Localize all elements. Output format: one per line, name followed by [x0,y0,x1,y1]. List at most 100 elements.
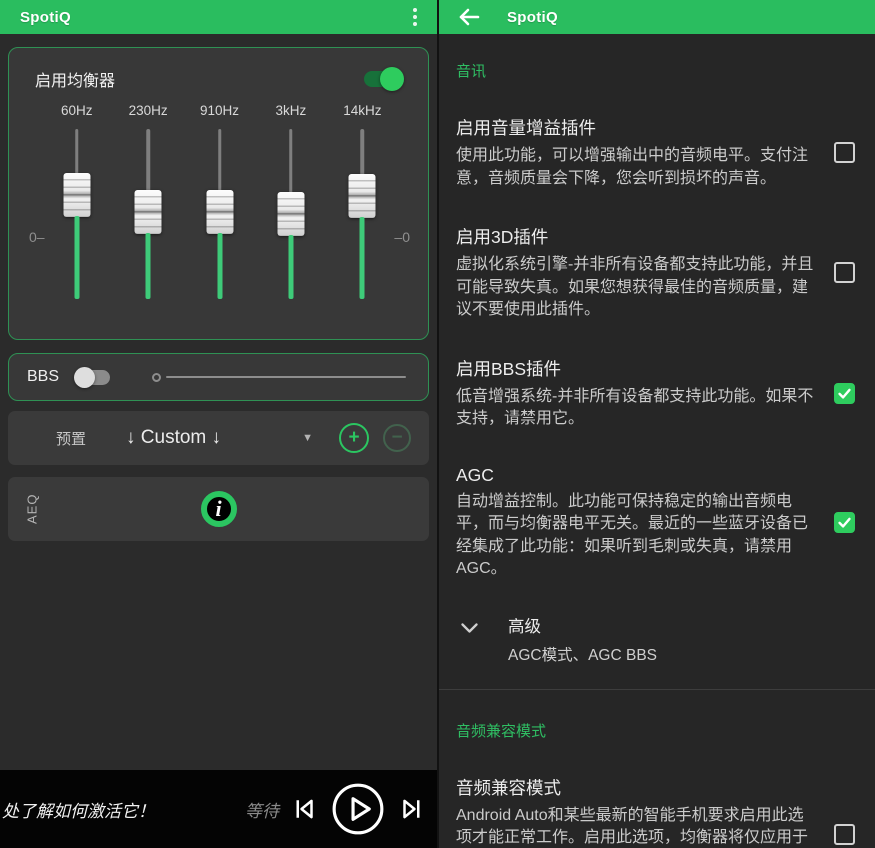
slider-knob[interactable] [349,174,376,218]
slider-track [166,376,406,378]
eq-bands: 60Hz 230Hz 910Hz 3kHz 14kHz [9,91,428,299]
enable-equalizer-toggle[interactable] [364,71,402,87]
slider-track-lower [360,217,365,299]
settings-screen: SpotiQ 音讯 启用音量增益插件 使用此功能，可以增强输出中的音频电平。支付… [437,0,875,848]
screenshot-root: SpotiQ 启用均衡器 60Hz 230Hz 910Hz [0,0,875,848]
aeq-info-button[interactable]: i [201,491,237,527]
settings-item[interactable]: 启用BBS插件 低音增强系统-并非所有设备都支持此功能。如果不支持，请禁用它。 [456,356,855,431]
preset-label: 预置 [56,428,86,449]
info-icon: i [215,498,221,520]
slider-track-upper [218,129,222,194]
slider-thumb[interactable] [152,373,161,382]
settings-item-text: 启用音量增益插件 使用此功能，可以增强输出中的音频电平。支付注意，音频质量会下降… [456,115,834,190]
toggle-knob [74,367,95,388]
slider-track-lower [288,235,293,299]
settings-item-text: 启用3D插件 虚拟化系统引擎-并非所有设备都支持此功能，并且可能导致失真。如果您… [456,224,834,322]
bbs-card: BBS [8,353,429,401]
settings-item-title: AGC [456,465,818,486]
settings-checkbox[interactable] [834,824,855,845]
section-divider [439,689,875,690]
settings-checkbox[interactable] [834,383,855,404]
eq-band-slider[interactable] [133,127,163,299]
eq-band-slider[interactable] [276,127,306,299]
app-title: SpotiQ [20,9,71,26]
slider-track-lower [74,216,79,299]
advanced-subtitle: AGC模式、AGC BBS [508,643,657,665]
zero-mark-right: –0 [394,229,410,245]
eq-band-slider[interactable] [62,127,92,299]
aeq-label: AEQ [8,477,56,541]
bbs-strength-slider[interactable] [152,373,406,382]
settings-content: 音讯 启用音量增益插件 使用此功能，可以增强输出中的音频电平。支付注意，音频质量… [439,34,875,848]
skip-next-icon[interactable] [397,794,427,824]
check-icon [836,385,853,402]
section-header-compat: 音频兼容模式 [456,720,855,741]
settings-checkbox[interactable] [834,142,855,163]
play-button-icon[interactable] [331,782,385,836]
eq-band: 14kHz [327,103,398,299]
delete-preset-button[interactable]: − [383,424,411,452]
player-bar: 处了解如何激活它！ 等待 [0,770,437,848]
slider-track-upper [289,129,293,196]
slider-knob[interactable] [63,173,90,217]
compat-settings-list: 音频兼容模式 Android Auto和某些最新的智能手机要求启用此选项才能正常… [456,775,855,848]
slider-knob[interactable] [277,192,304,236]
slider-track-lower [146,233,151,299]
slider-track-upper [75,129,79,177]
eq-band: 60Hz [41,103,112,299]
settings-item-description: 使用此功能，可以增强输出中的音频电平。支付注意，音频质量会下降，您会听到损坏的声… [456,145,818,190]
enable-equalizer-label: 启用均衡器 [35,67,115,91]
settings-item-description: 虚拟化系统引擎-并非所有设备都支持此功能，并且可能导致失真。如果您想获得最佳的音… [456,254,818,322]
preset-dropdown-icon[interactable]: ▼ [302,432,313,444]
marquee-text-waiting: 等待 [245,797,279,822]
settings-checkbox[interactable] [834,512,855,533]
eq-band-slider[interactable] [347,127,377,299]
toggle-knob [380,67,404,91]
settings-title: SpotiQ [507,9,558,26]
band-frequency-label: 14kHz [327,103,398,118]
settings-item-text: 音频兼容模式 Android Auto和某些最新的智能手机要求启用此选项才能正常… [456,775,834,848]
equalizer-screen: SpotiQ 启用均衡器 60Hz 230Hz 910Hz [0,0,437,848]
enable-equalizer-row: 启用均衡器 [9,48,428,91]
equalizer-content: 启用均衡器 60Hz 230Hz 910Hz 3kHz [0,34,437,848]
chevron-down-icon [461,621,478,639]
zero-mark-left: 0– [29,229,45,245]
slider-knob[interactable] [135,190,162,234]
settings-item[interactable]: 启用3D插件 虚拟化系统引擎-并非所有设备都支持此功能，并且可能导致失真。如果您… [456,224,855,322]
settings-item[interactable]: 启用音量增益插件 使用此功能，可以增强输出中的音频电平。支付注意，音频质量会下降… [456,115,855,190]
eq-band-slider[interactable] [205,127,235,299]
settings-item[interactable]: AGC 自动增益控制。此功能可保持稳定的输出音频电平，而与均衡器电平无关。最近的… [456,465,855,581]
slider-track-lower [217,233,222,299]
settings-item-description: 自动增益控制。此功能可保持稳定的输出音频电平，而与均衡器电平无关。最近的一些蓝牙… [456,491,818,581]
right-toolbar: SpotiQ [439,0,875,34]
equalizer-card: 启用均衡器 60Hz 230Hz 910Hz 3kHz [8,47,429,340]
check-icon [836,514,853,531]
section-header-audio: 音讯 [456,60,855,81]
audio-settings-list: 启用音量增益插件 使用此功能，可以增强输出中的音频电平。支付注意，音频质量会下降… [456,115,855,581]
bbs-toggle[interactable] [76,370,110,385]
skip-previous-icon[interactable] [289,794,319,824]
settings-item-title: 音频兼容模式 [456,775,818,800]
left-toolbar: SpotiQ [0,0,437,34]
bbs-label: BBS [27,368,59,386]
settings-item-title: 启用BBS插件 [456,356,818,381]
band-frequency-label: 230Hz [112,103,183,118]
overflow-menu-icon[interactable] [407,4,423,30]
band-frequency-label: 60Hz [41,103,112,118]
settings-checkbox[interactable] [834,262,855,283]
settings-item-title: 启用音量增益插件 [456,115,818,140]
band-frequency-label: 3kHz [255,103,326,118]
slider-knob[interactable] [206,190,233,234]
eq-band: 910Hz [184,103,255,299]
add-preset-button[interactable]: + [339,423,369,453]
settings-item-description: 低音增强系统-并非所有设备都支持此功能。如果不支持，请禁用它。 [456,386,818,431]
advanced-settings-row[interactable]: 高级 AGC模式、AGC BBS [456,613,855,665]
settings-item[interactable]: 音频兼容模式 Android Auto和某些最新的智能手机要求启用此选项才能正常… [456,775,855,848]
settings-item-title: 启用3D插件 [456,224,818,249]
preset-selector[interactable]: ↓ Custom ↓ [126,427,221,449]
eq-band: 3kHz [255,103,326,299]
slider-track-upper [146,129,150,194]
eq-band: 230Hz [112,103,183,299]
back-arrow-icon[interactable] [457,7,481,27]
aeq-card: AEQ i [8,477,429,541]
